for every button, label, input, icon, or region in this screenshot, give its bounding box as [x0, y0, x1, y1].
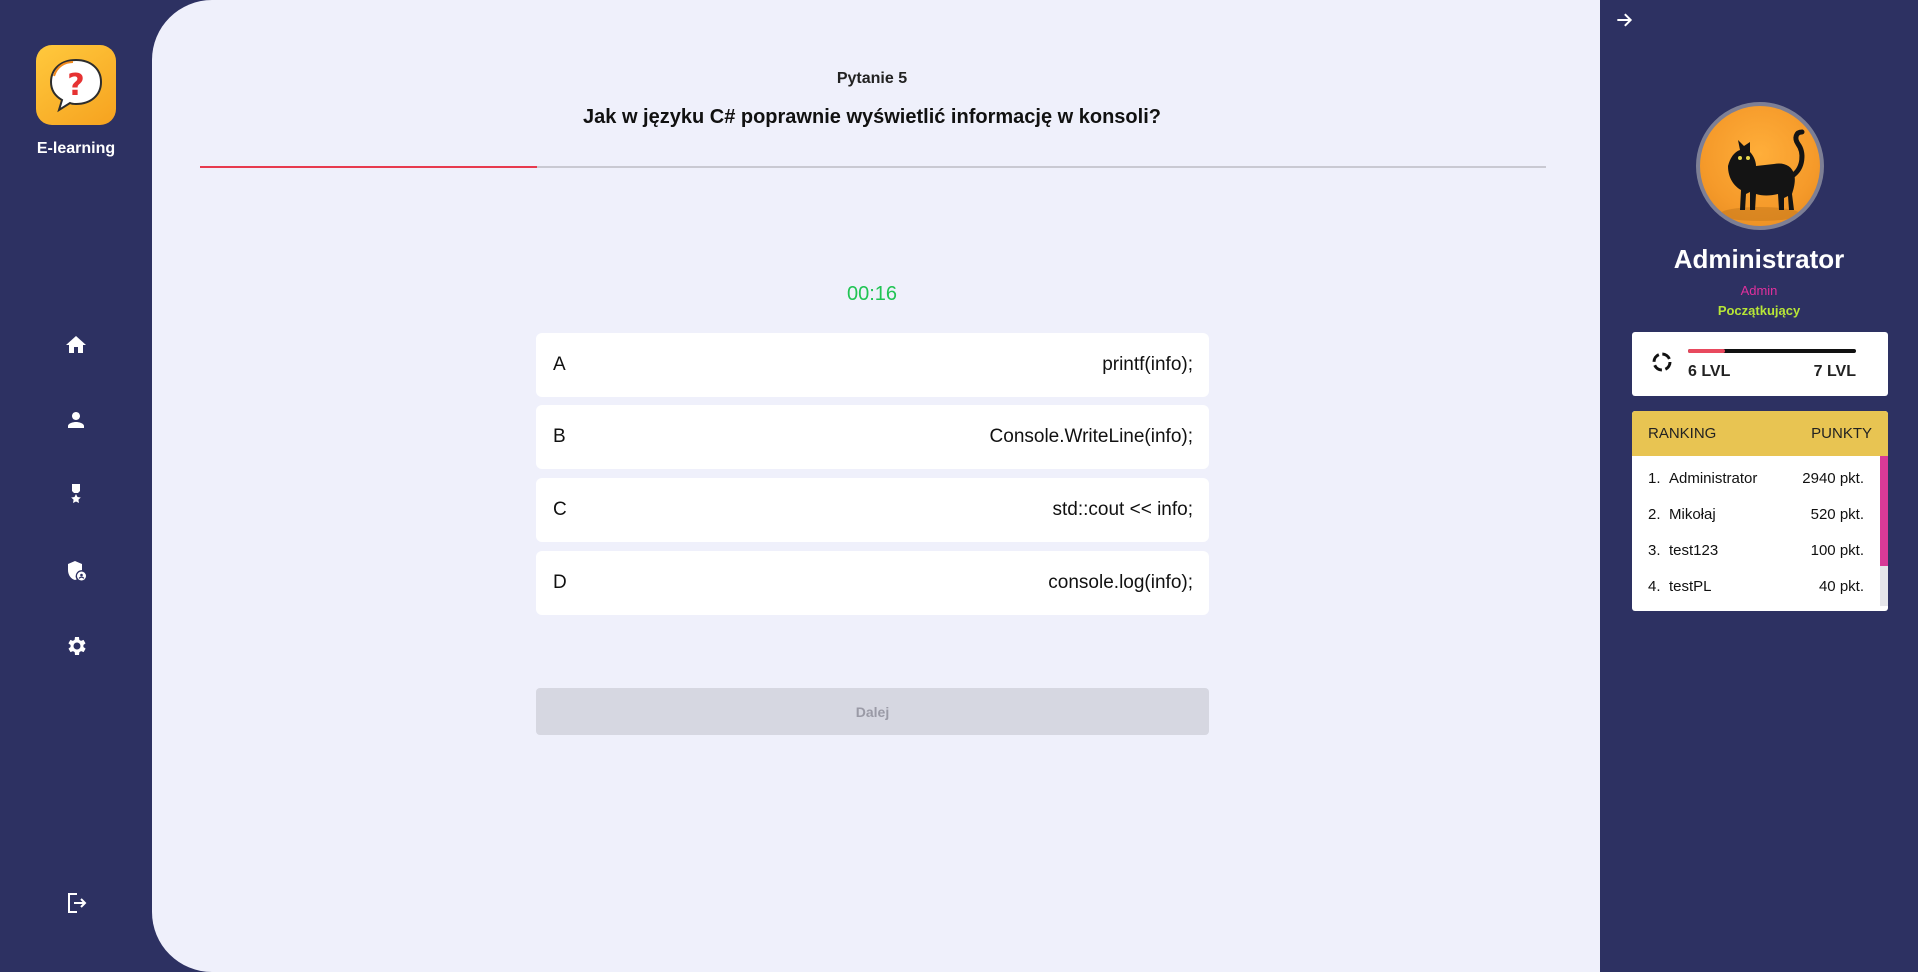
level-card: 6 LVL 7 LVL [1632, 332, 1888, 396]
nav-home[interactable] [60, 329, 92, 361]
ranking-user: testPL [1669, 577, 1712, 595]
app-name: E-learning [36, 140, 116, 157]
timer: 00:16 [846, 283, 898, 305]
answer-option-a[interactable]: A printf(info); [536, 333, 1209, 397]
answer-option-b[interactable]: B Console.WriteLine(info); [536, 405, 1209, 469]
ranking-scrollbar[interactable] [1880, 456, 1888, 606]
ranking-row: 1. Administrator 2940 pkt. [1632, 460, 1888, 496]
question-number: Pytanie 5 [836, 70, 908, 87]
ranking-points: 520 pkt. [1810, 505, 1864, 523]
ranking-row: 3. test123 100 pkt. [1632, 532, 1888, 568]
ranking-points: 40 pkt. [1818, 577, 1864, 595]
quiz-panel: Pytanie 5 Jak w języku C# poprawnie wyśw… [152, 0, 1600, 972]
user-rank: Początkujący [1717, 303, 1801, 318]
profile-panel: Administrator Admin Początkujący 6 LVL 7… [1600, 0, 1918, 972]
ranking-table: RANKING PUNKTY 1. Administrator 2940 pkt… [1632, 411, 1888, 611]
answer-letter: A [553, 354, 566, 375]
answer-letter: D [553, 572, 567, 593]
next-button[interactable]: Dalej [536, 688, 1209, 735]
level-progress-fill [1688, 349, 1725, 353]
points-header-label: PUNKTY [1811, 425, 1872, 442]
answer-text: printf(info); [1102, 354, 1193, 375]
collapse-panel-button[interactable] [1612, 8, 1636, 32]
answer-text: console.log(info); [1048, 572, 1193, 593]
nav-profile[interactable] [60, 404, 92, 436]
ranking-scrollbar-thumb[interactable] [1880, 456, 1888, 566]
question-text: Jak w języku C# poprawnie wyświetlić inf… [583, 106, 1161, 128]
gear-icon [68, 637, 86, 655]
nav-admin[interactable] [60, 555, 92, 587]
arrow-right-icon [1617, 13, 1633, 27]
logout-icon [68, 893, 87, 913]
ranking-points: 2940 pkt. [1802, 469, 1864, 487]
nav-achievements[interactable] [60, 478, 92, 510]
user-role: Admin [1740, 283, 1778, 298]
ranking-points: 100 pkt. [1810, 541, 1864, 559]
avatar [1696, 102, 1824, 230]
cat-avatar-icon [1720, 129, 1805, 221]
answer-letter: C [553, 499, 567, 520]
home-icon [66, 336, 86, 353]
ranking-user: Mikołaj [1669, 505, 1716, 523]
question-progress-fill [200, 166, 537, 168]
ranking-row: 4. testPL 40 pkt. [1632, 568, 1888, 604]
ranking-position: 1. [1648, 469, 1661, 487]
question-progress-bar [200, 166, 1546, 168]
question-bubble-icon: ? [49, 58, 103, 113]
loading-spinner-icon [1652, 352, 1672, 372]
answer-option-c[interactable]: C std::cout << info; [536, 478, 1209, 542]
current-level: 6 LVL [1688, 363, 1731, 380]
nav-settings[interactable] [60, 630, 92, 662]
ranking-position: 3. [1648, 541, 1661, 559]
nav-logout[interactable] [60, 887, 92, 919]
ranking-header-label: RANKING [1648, 425, 1717, 442]
answer-option-d[interactable]: D console.log(info); [536, 551, 1209, 615]
ranking-position: 4. [1648, 577, 1661, 595]
level-progress-bar [1688, 349, 1856, 353]
ranking-header: RANKING PUNKTY [1632, 411, 1888, 456]
user-icon [68, 412, 84, 428]
ranking-user: Administrator [1669, 469, 1758, 487]
next-level: 7 LVL [1813, 363, 1856, 380]
ranking-user: test123 [1669, 541, 1719, 559]
svg-text:?: ? [67, 68, 84, 103]
ranking-row: 2. Mikołaj 520 pkt. [1632, 496, 1888, 532]
ranking-list[interactable]: 1. Administrator 2940 pkt. 2. Mikołaj 52… [1632, 456, 1888, 606]
answer-text: Console.WriteLine(info); [989, 426, 1193, 447]
ranking-position: 2. [1648, 505, 1661, 523]
admin-shield-icon [68, 561, 86, 581]
user-name: Administrator [1673, 244, 1845, 274]
app-logo[interactable]: ? [36, 45, 116, 125]
medal-icon [71, 484, 81, 503]
answer-letter: B [553, 426, 566, 447]
sidebar: ? E-learning [0, 0, 152, 972]
answer-text: std::cout << info; [1052, 499, 1193, 520]
